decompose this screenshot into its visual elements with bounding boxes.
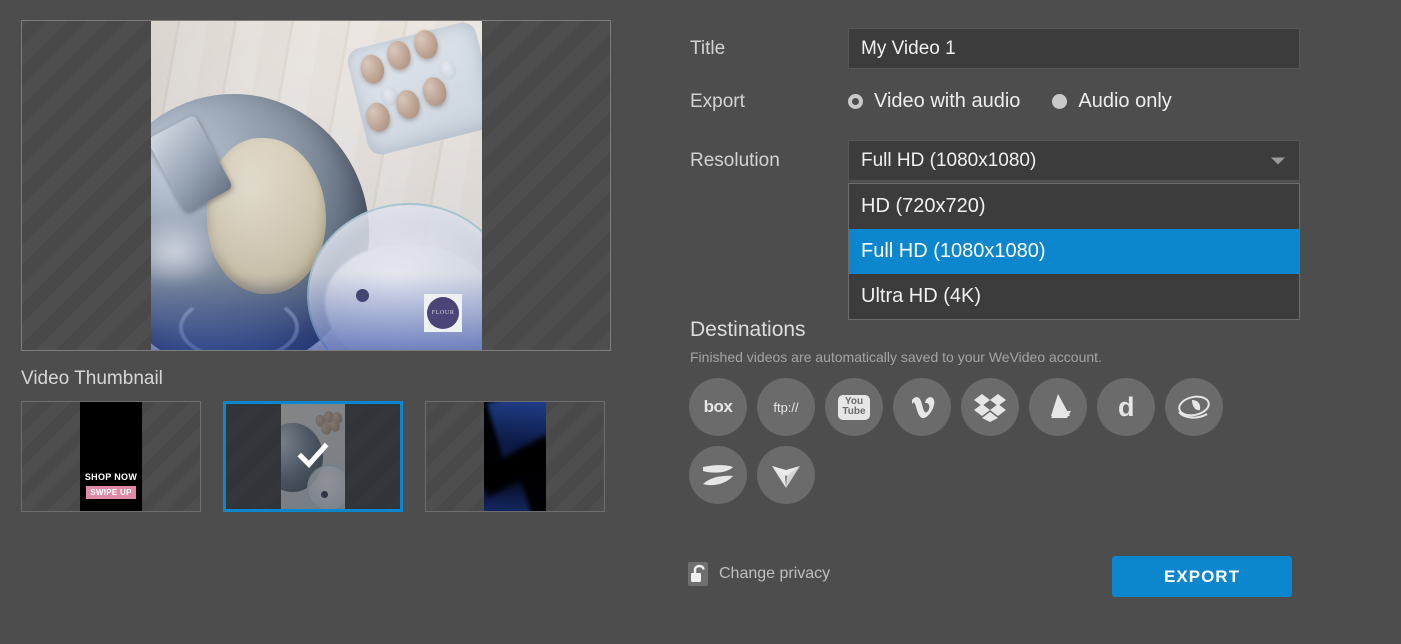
flour-logo-badge: FLOUR	[424, 294, 463, 333]
box-icon: box	[703, 397, 733, 416]
resolution-option-full-hd[interactable]: Full HD (1080x1080)	[849, 229, 1299, 274]
resolution-selected-value: Full HD (1080x1080)	[861, 149, 1037, 171]
thumbnail-option-1[interactable]: SHOP NOW SWIPE UP	[21, 401, 201, 512]
export-label: Export	[690, 90, 745, 112]
change-privacy-label: Change privacy	[719, 565, 831, 582]
swoosh-icon	[703, 465, 733, 486]
video-thumbnail-label: Video Thumbnail	[21, 368, 163, 389]
destination-brightcove[interactable]	[1165, 378, 1223, 436]
destination-dropbox[interactable]	[961, 378, 1019, 436]
destination-wing[interactable]	[757, 446, 815, 504]
wing-icon	[772, 466, 800, 488]
export-dialog: FLOUR Video Thumbnail SHOP NOW SWIPE UP	[0, 0, 1401, 644]
destination-swoosh[interactable]	[689, 446, 747, 504]
title-label: Title	[690, 37, 726, 59]
ftp-icon: ftp://	[773, 399, 799, 415]
thumbnail-3-image	[484, 402, 546, 511]
unlock-icon	[688, 562, 708, 586]
export-option-video-label: Video with audio	[874, 90, 1021, 112]
preview-panel: FLOUR Video Thumbnail SHOP NOW SWIPE UP	[0, 0, 660, 644]
resolution-option-hd[interactable]: HD (720x720)	[849, 184, 1299, 229]
change-privacy-button[interactable]: Change privacy	[688, 562, 830, 586]
export-option-video-with-audio[interactable]: Video with audio	[848, 90, 1020, 113]
export-option-audio-only[interactable]: Audio only	[1052, 90, 1172, 113]
destination-google-drive[interactable]	[1029, 378, 1087, 436]
check-icon	[297, 442, 329, 468]
thumbnail-1-heading: SHOP NOW	[84, 472, 138, 482]
title-row: Title	[690, 28, 1300, 69]
youtube-icon: You Tube	[838, 394, 870, 420]
destinations-grid: box ftp:// You Tube d	[689, 378, 1289, 504]
destination-youtube[interactable]: You Tube	[825, 378, 883, 436]
thumbnail-1-image: SHOP NOW SWIPE UP	[80, 402, 142, 511]
resolution-option-ultra-hd[interactable]: Ultra HD (4K)	[849, 274, 1299, 319]
brightcove-icon	[1178, 395, 1210, 419]
resolution-dropdown-menu[interactable]: HD (720x720) Full HD (1080x1080) Ultra H…	[848, 183, 1300, 320]
destinations-note: Finished videos are automatically saved …	[690, 349, 1102, 365]
youtube-icon-bottom: Tube	[842, 406, 866, 417]
resolution-select[interactable]: Full HD (1080x1080)	[848, 140, 1300, 181]
radio-unselected-icon	[1052, 94, 1068, 109]
export-settings-panel: Title Export Video with audio Audio only…	[660, 0, 1401, 644]
destination-vimeo[interactable]	[893, 378, 951, 436]
thumbnail-option-2[interactable]	[223, 401, 403, 512]
dailymotion-icon: d	[1118, 391, 1135, 422]
destination-ftp[interactable]: ftp://	[757, 378, 815, 436]
vimeo-icon	[912, 397, 935, 419]
resolution-row: Resolution Full HD (1080x1080)	[690, 140, 1300, 181]
title-input[interactable]	[848, 28, 1300, 69]
video-thumbnail-list: SHOP NOW SWIPE UP	[21, 401, 605, 512]
export-button[interactable]: EXPORT	[1112, 556, 1292, 597]
destinations-title: Destinations	[690, 318, 806, 341]
flour-logo-text: FLOUR	[427, 297, 460, 330]
chevron-down-icon	[1271, 157, 1285, 164]
export-option-audio-label: Audio only	[1078, 90, 1172, 112]
google-drive-icon	[1051, 394, 1071, 418]
radio-selected-icon	[848, 94, 863, 109]
video-preview-canvas: FLOUR	[151, 21, 482, 350]
dropbox-icon	[974, 394, 1006, 422]
resolution-label: Resolution	[690, 149, 780, 171]
thumbnail-option-3[interactable]	[425, 401, 605, 512]
export-row: Export Video with audio Audio only	[690, 90, 1204, 113]
thumbnail-1-badge: SWIPE UP	[86, 486, 136, 499]
destination-box[interactable]: box	[689, 378, 747, 436]
video-preview-frame: FLOUR	[21, 20, 611, 351]
destination-dailymotion[interactable]: d	[1097, 378, 1155, 436]
